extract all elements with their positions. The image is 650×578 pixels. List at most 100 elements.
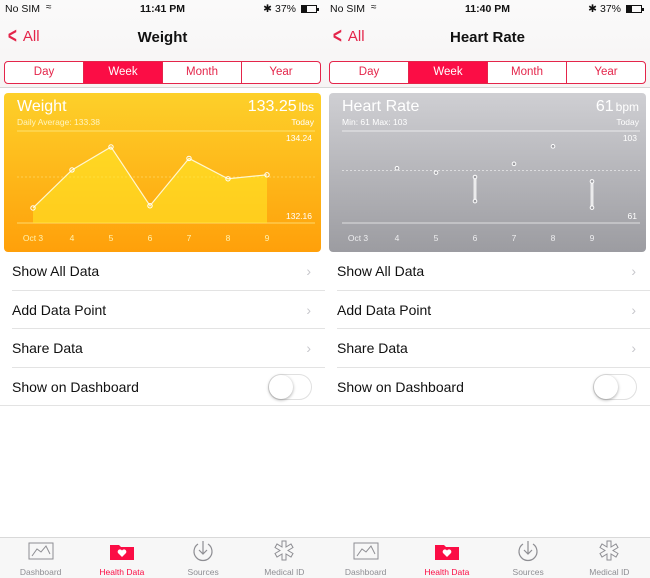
show-on-dashboard-toggle[interactable]: [593, 373, 637, 400]
segment-year[interactable]: Year: [566, 62, 645, 83]
x-tick-label: Oct 3: [348, 233, 369, 243]
list-item-show-on-dashboard[interactable]: Show on Dashboard: [325, 368, 650, 406]
tab-label: Dashboard: [19, 567, 62, 577]
toggle-knob: [594, 374, 618, 399]
area-fill: [33, 146, 267, 223]
segment-week[interactable]: Week: [408, 62, 487, 83]
y-tick-label: 134.24: [286, 133, 312, 143]
segment-month[interactable]: Month: [487, 62, 566, 83]
range-bar: [473, 177, 477, 202]
tab-sources[interactable]: Sources: [163, 538, 244, 578]
card-title: Heart Rate: [342, 98, 420, 115]
chevron-right-icon: ›: [306, 340, 311, 356]
battery-percent: 37%: [599, 3, 621, 15]
x-tick-label: 5: [109, 233, 114, 243]
segment-day[interactable]: Day: [5, 62, 83, 83]
chevron-right-icon: ›: [306, 263, 311, 279]
segment-month[interactable]: Month: [162, 62, 241, 83]
medical-id-icon: [569, 538, 650, 564]
segment-year[interactable]: Year: [241, 62, 320, 83]
y-tick-label: 103: [623, 133, 637, 143]
tab-dashboard[interactable]: Dashboard: [0, 538, 81, 578]
list-item-show-all-data[interactable]: Show All Data ›: [337, 252, 650, 291]
tab-label: Dashboard: [344, 567, 387, 577]
x-tick-label: 4: [70, 233, 75, 243]
tab-medical-id[interactable]: Medical ID: [244, 538, 325, 578]
card-date: Today: [291, 117, 314, 127]
x-tick-label: 6: [148, 233, 153, 243]
battery-icon: [626, 5, 644, 13]
status-bar: No SIM ≈ 11:41 PM ✱ 37%: [0, 2, 325, 17]
sources-icon: [488, 538, 569, 564]
list-item-label: Show All Data: [337, 263, 425, 279]
weight-screen: No SIM ≈ 11:41 PM ✱ 37% < All Weight Day…: [0, 0, 325, 578]
data-point-max: [472, 174, 478, 180]
tab-label: Medical ID: [589, 567, 630, 577]
battery-icon: [301, 5, 319, 13]
navigation-bar: No SIM ≈ 11:40 PM ✱ 37% < All Heart Rate…: [325, 0, 650, 88]
value-number: 61: [595, 98, 614, 115]
list-item-label: Show on Dashboard: [337, 378, 464, 395]
card-subtitle: Min: 61 Max: 103: [342, 117, 408, 127]
list-item-label: Show on Dashboard: [12, 378, 139, 395]
tab-health-data[interactable]: Health Data: [81, 538, 162, 578]
card-subtitle: Daily Average: 133.38: [17, 117, 101, 127]
x-tick-label: 8: [226, 233, 231, 243]
options-list: Show All Data › Add Data Point › Share Data ›…: [0, 252, 325, 406]
list-item-add-data-point[interactable]: Add Data Point ›: [337, 291, 650, 329]
list-item-add-data-point[interactable]: Add Data Point ›: [12, 291, 325, 329]
tab-sources[interactable]: Sources: [488, 538, 569, 578]
tab-dashboard[interactable]: Dashboard: [325, 538, 406, 578]
chevron-right-icon: ›: [306, 301, 311, 318]
list-item-show-on-dashboard[interactable]: Show on Dashboard: [0, 368, 325, 406]
value-unit: lbs: [298, 100, 314, 114]
x-tick-label: 4: [395, 233, 400, 243]
data-point-min: [589, 205, 595, 210]
dashboard-icon: [0, 538, 81, 564]
tab-medical-id[interactable]: Medical ID: [569, 538, 650, 578]
list-item-label: Add Data Point: [12, 301, 107, 318]
y-tick-label: 61: [628, 211, 638, 221]
chart-card[interactable]: 134.24 132.16 Oct 3 4 5 6 7 8 9 Weight Daily Ave…: [4, 93, 321, 252]
chevron-right-icon: ›: [631, 301, 636, 318]
list-item-share-data[interactable]: Share Data ›: [337, 329, 650, 368]
options-list: Show All Data › Add Data Point › Share Data ›…: [325, 252, 650, 406]
sources-icon: [163, 538, 244, 564]
segment-day[interactable]: Day: [330, 62, 408, 83]
tab-bar: Dashboard Health Data Sources Medical ID: [0, 537, 325, 578]
toggle-knob: [269, 374, 293, 399]
list-item-show-all-data[interactable]: Show All Data ›: [12, 252, 325, 291]
y-tick-label: 132.16: [286, 211, 312, 221]
tab-label: Sources: [187, 567, 219, 577]
data-point-max: [394, 165, 400, 171]
range-bar: [590, 181, 594, 208]
data-point-max: [589, 179, 595, 184]
health-data-icon: [81, 538, 162, 564]
value-number: 133.25: [247, 98, 297, 115]
card-date: Today: [616, 117, 639, 127]
card-value: 133.25 lbs: [248, 98, 314, 116]
card-title: Weight: [17, 98, 67, 115]
list-item-label: Share Data: [337, 340, 408, 356]
bluetooth-icon: ✱: [263, 3, 272, 15]
dashboard-icon: [325, 538, 406, 564]
data-point-max: [433, 170, 439, 175]
list-item-label: Show All Data: [12, 263, 100, 279]
bluetooth-icon: ✱: [588, 3, 597, 15]
x-tick-label: 9: [265, 233, 270, 243]
segment-week[interactable]: Week: [83, 62, 162, 83]
heart-rate-screen: No SIM ≈ 11:40 PM ✱ 37% < All Heart Rate…: [325, 0, 650, 578]
tab-health-data[interactable]: Health Data: [406, 538, 487, 578]
chart-card[interactable]: 103 61 Oct 3 4 5 6 7 8 9 Heart Rate Min: 61 Max:…: [329, 93, 646, 252]
time-range-segmented-control: Day Week Month Year: [329, 61, 646, 84]
list-item-label: Share Data: [12, 340, 83, 356]
show-on-dashboard-toggle[interactable]: [268, 373, 312, 400]
tab-bar: Dashboard Health Data Sources Medical ID: [325, 537, 650, 578]
list-item-share-data[interactable]: Share Data ›: [12, 329, 325, 368]
navigation-bar: No SIM ≈ 11:41 PM ✱ 37% < All Weight Day…: [0, 0, 325, 88]
x-tick-label: 7: [187, 233, 192, 243]
medical-id-icon: [244, 538, 325, 564]
status-bar: No SIM ≈ 11:40 PM ✱ 37%: [325, 2, 650, 17]
x-tick-label: 9: [590, 233, 595, 243]
chevron-right-icon: ›: [631, 263, 636, 279]
